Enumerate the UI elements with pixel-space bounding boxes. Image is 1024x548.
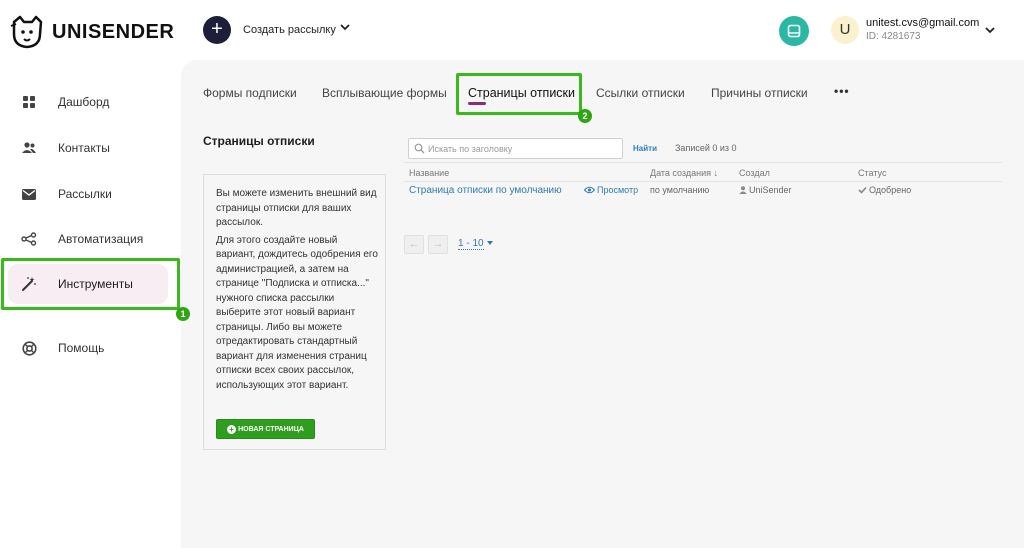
tab-unsubscribe-links[interactable]: Ссылки отписки xyxy=(596,86,685,100)
highlight-box-tab xyxy=(456,73,582,115)
tab-unsubscribe-reasons[interactable]: Причины отписки xyxy=(711,86,808,100)
knowledge-base-button[interactable] xyxy=(779,16,809,46)
column-header-status[interactable]: Статус xyxy=(858,168,886,178)
dashboard-icon xyxy=(20,93,38,111)
sidebar-item-dashboard[interactable]: Дашборд xyxy=(8,82,168,122)
create-campaign-label[interactable]: Создать рассылку xyxy=(243,24,336,36)
book-icon xyxy=(787,24,801,38)
preview-link[interactable]: Просмотр xyxy=(584,185,638,195)
new-page-button[interactable]: + НОВАЯ СТРАНИЦА xyxy=(216,419,315,439)
column-header-date[interactable]: Дата создания ↓ xyxy=(650,168,718,178)
next-page-button[interactable]: → xyxy=(428,235,448,254)
creator-cell: UniSender xyxy=(739,185,792,195)
contacts-icon xyxy=(20,139,38,157)
search-input[interactable] xyxy=(428,141,618,157)
creator-name: UniSender xyxy=(749,185,792,195)
user-email[interactable]: unitest.cvs@gmail.com xyxy=(866,17,979,29)
user-id: ID: 4281673 xyxy=(866,31,921,42)
eye-icon xyxy=(584,186,595,194)
more-tabs-button[interactable]: ••• xyxy=(834,84,850,98)
plus-circle-icon: + xyxy=(227,424,237,434)
user-menu-chevron-icon[interactable] xyxy=(983,23,997,37)
automation-icon xyxy=(20,230,38,248)
logo[interactable]: UNISENDER xyxy=(8,14,174,50)
check-icon xyxy=(858,186,867,194)
info-panel: Вы можете изменить внешний вид страницы … xyxy=(203,174,386,450)
user-icon xyxy=(739,186,747,194)
chevron-down-icon[interactable] xyxy=(338,20,352,34)
search-box[interactable] xyxy=(408,138,623,159)
sidebar-item-label: Помощь xyxy=(58,341,105,355)
page-title: Страницы отписки xyxy=(203,134,315,148)
help-icon xyxy=(20,339,38,357)
sidebar-item-label: Рассылки xyxy=(58,187,112,201)
sidebar-item-help[interactable]: Помощь xyxy=(8,328,168,368)
highlight-number-1: 1 xyxy=(176,307,190,321)
find-button[interactable]: Найти xyxy=(633,144,657,153)
page-name-link[interactable]: Страница отписки по умолчанию xyxy=(409,185,562,196)
highlight-number-2: 2 xyxy=(578,109,592,123)
info-paragraph: Для этого создайте новый вариант, дождит… xyxy=(216,234,378,391)
tab-subscription-forms[interactable]: Формы подписки xyxy=(203,86,297,100)
records-count: Записей 0 из 0 xyxy=(675,143,737,153)
new-page-button-label: НОВАЯ СТРАНИЦА xyxy=(238,425,304,433)
plus-icon: + xyxy=(211,18,223,40)
mail-icon xyxy=(20,185,38,203)
caret-down-icon[interactable] xyxy=(487,241,493,245)
page-size-select[interactable]: 1 - 10 xyxy=(458,238,484,250)
sidebar-item-label: Автоматизация xyxy=(58,232,144,246)
info-text: Вы можете изменить внешний вид страницы … xyxy=(216,187,378,396)
column-header-creator[interactable]: Создал xyxy=(739,168,770,178)
sidebar-item-label: Дашборд xyxy=(58,95,110,109)
sidebar-item-automation[interactable]: Автоматизация xyxy=(8,219,168,259)
prev-page-button[interactable]: ← xyxy=(404,235,424,254)
avatar[interactable]: U xyxy=(831,16,859,44)
sidebar-item-campaigns[interactable]: Рассылки xyxy=(8,174,168,214)
search-icon xyxy=(414,143,425,154)
create-campaign-button[interactable]: + xyxy=(203,16,231,44)
status-badge: Одобрено xyxy=(869,185,912,195)
brand-name: UNISENDER xyxy=(52,20,175,43)
sidebar-item-contacts[interactable]: Контакты xyxy=(8,128,168,168)
column-header-name[interactable]: Название xyxy=(409,168,449,178)
status-cell: Одобрено xyxy=(858,185,911,195)
info-paragraph: Вы можете изменить внешний вид страницы … xyxy=(216,188,377,228)
date-cell: по умолчанию xyxy=(650,185,710,195)
tab-popup-forms[interactable]: Всплывающие формы xyxy=(322,86,447,100)
highlight-box-tools xyxy=(1,258,180,310)
preview-label: Просмотр xyxy=(597,185,639,195)
sidebar-item-label: Контакты xyxy=(58,141,110,155)
top-header: UNISENDER + Создать рассылку U unitest.c… xyxy=(0,0,1024,60)
dog-logo-icon xyxy=(10,15,43,49)
